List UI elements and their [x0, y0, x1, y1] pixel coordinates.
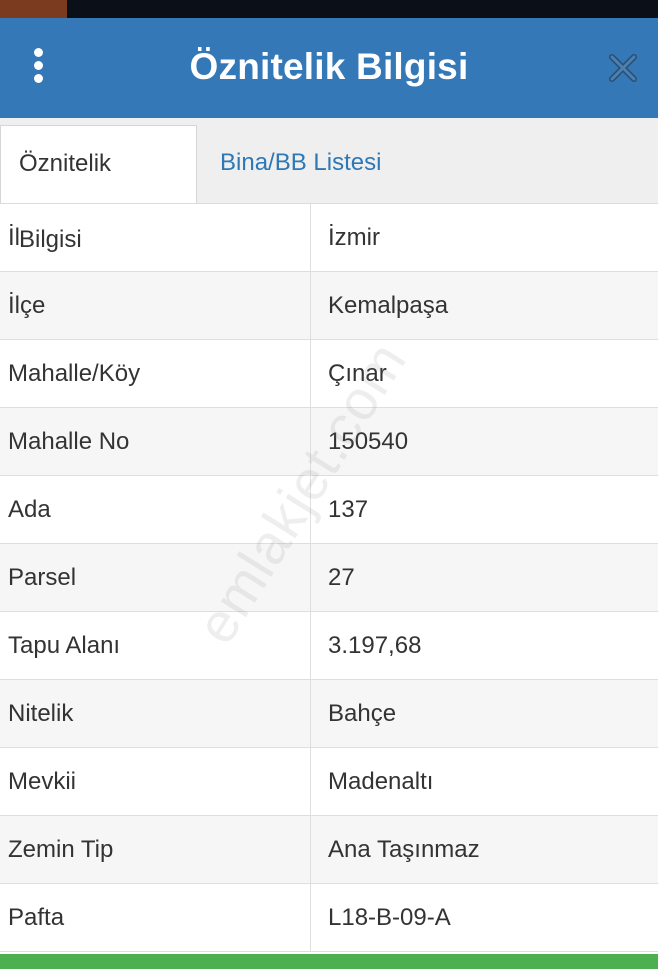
- table-row: Parsel 27: [0, 544, 658, 612]
- attribute-key: Mevkii: [0, 748, 311, 815]
- attribute-value: Madenaltı: [328, 767, 434, 795]
- attribute-value: 3.197,68: [328, 631, 422, 659]
- attribute-value: Çınar: [328, 359, 387, 387]
- dialog-header: Öznitelik Bilgisi: [0, 18, 658, 118]
- attribute-key: Parsel: [0, 544, 311, 611]
- dialog-title: Öznitelik Bilgisi: [189, 46, 469, 87]
- table-row: Mevkii Madenaltı: [0, 748, 658, 816]
- tab-bina-bb-listesi[interactable]: Bina/BB Listesi: [202, 125, 399, 203]
- table-row: Ada 137: [0, 476, 658, 544]
- attribute-key: Pafta: [0, 884, 311, 951]
- attribute-key: İlçe: [0, 272, 311, 339]
- attribute-key: Nitelik: [0, 680, 311, 747]
- attribute-value: İzmir: [328, 223, 380, 251]
- close-icon[interactable]: [606, 51, 640, 85]
- table-row: Tapu Alanı 3.197,68: [0, 612, 658, 680]
- table-row: Nitelik Bahçe: [0, 680, 658, 748]
- attribute-key: Mahalle No: [0, 408, 311, 475]
- attribute-key: Ada: [0, 476, 311, 543]
- table-row: Mahalle/Köy Çınar: [0, 340, 658, 408]
- bottom-accent-bar: [0, 954, 658, 969]
- attribute-table: İl İzmir İlçe Kemalpaşa Mahalle/Köy Çına…: [0, 204, 658, 952]
- attribute-value: Kemalpaşa: [328, 291, 449, 319]
- attribute-key: Mahalle/Köy: [0, 340, 311, 407]
- table-row: Mahalle No 150540: [0, 408, 658, 476]
- attribute-value: L18-B-09-A: [328, 903, 451, 931]
- attribute-value: Bahçe: [328, 699, 397, 727]
- table-row: İlçe Kemalpaşa: [0, 272, 658, 340]
- attribute-key: Zemin Tip: [0, 816, 311, 883]
- attribute-value: Ana Taşınmaz: [328, 835, 480, 863]
- table-row: Zemin Tip Ana Taşınmaz: [0, 816, 658, 884]
- table-row: İl İzmir: [0, 204, 658, 272]
- attribute-value: 150540: [328, 427, 409, 455]
- tab-bar: Öznitelik Bilgisi Bina/BB Listesi: [0, 118, 658, 253]
- attribute-key: Tapu Alanı: [0, 612, 311, 679]
- attribute-value: 137: [328, 495, 369, 523]
- table-row: Pafta L18-B-09-A: [0, 884, 658, 952]
- status-bar: [0, 0, 658, 18]
- attribute-value: 27: [328, 563, 355, 591]
- status-bar-accent: [0, 0, 67, 18]
- tab-oznitelik-bilgisi[interactable]: Öznitelik Bilgisi: [0, 125, 197, 253]
